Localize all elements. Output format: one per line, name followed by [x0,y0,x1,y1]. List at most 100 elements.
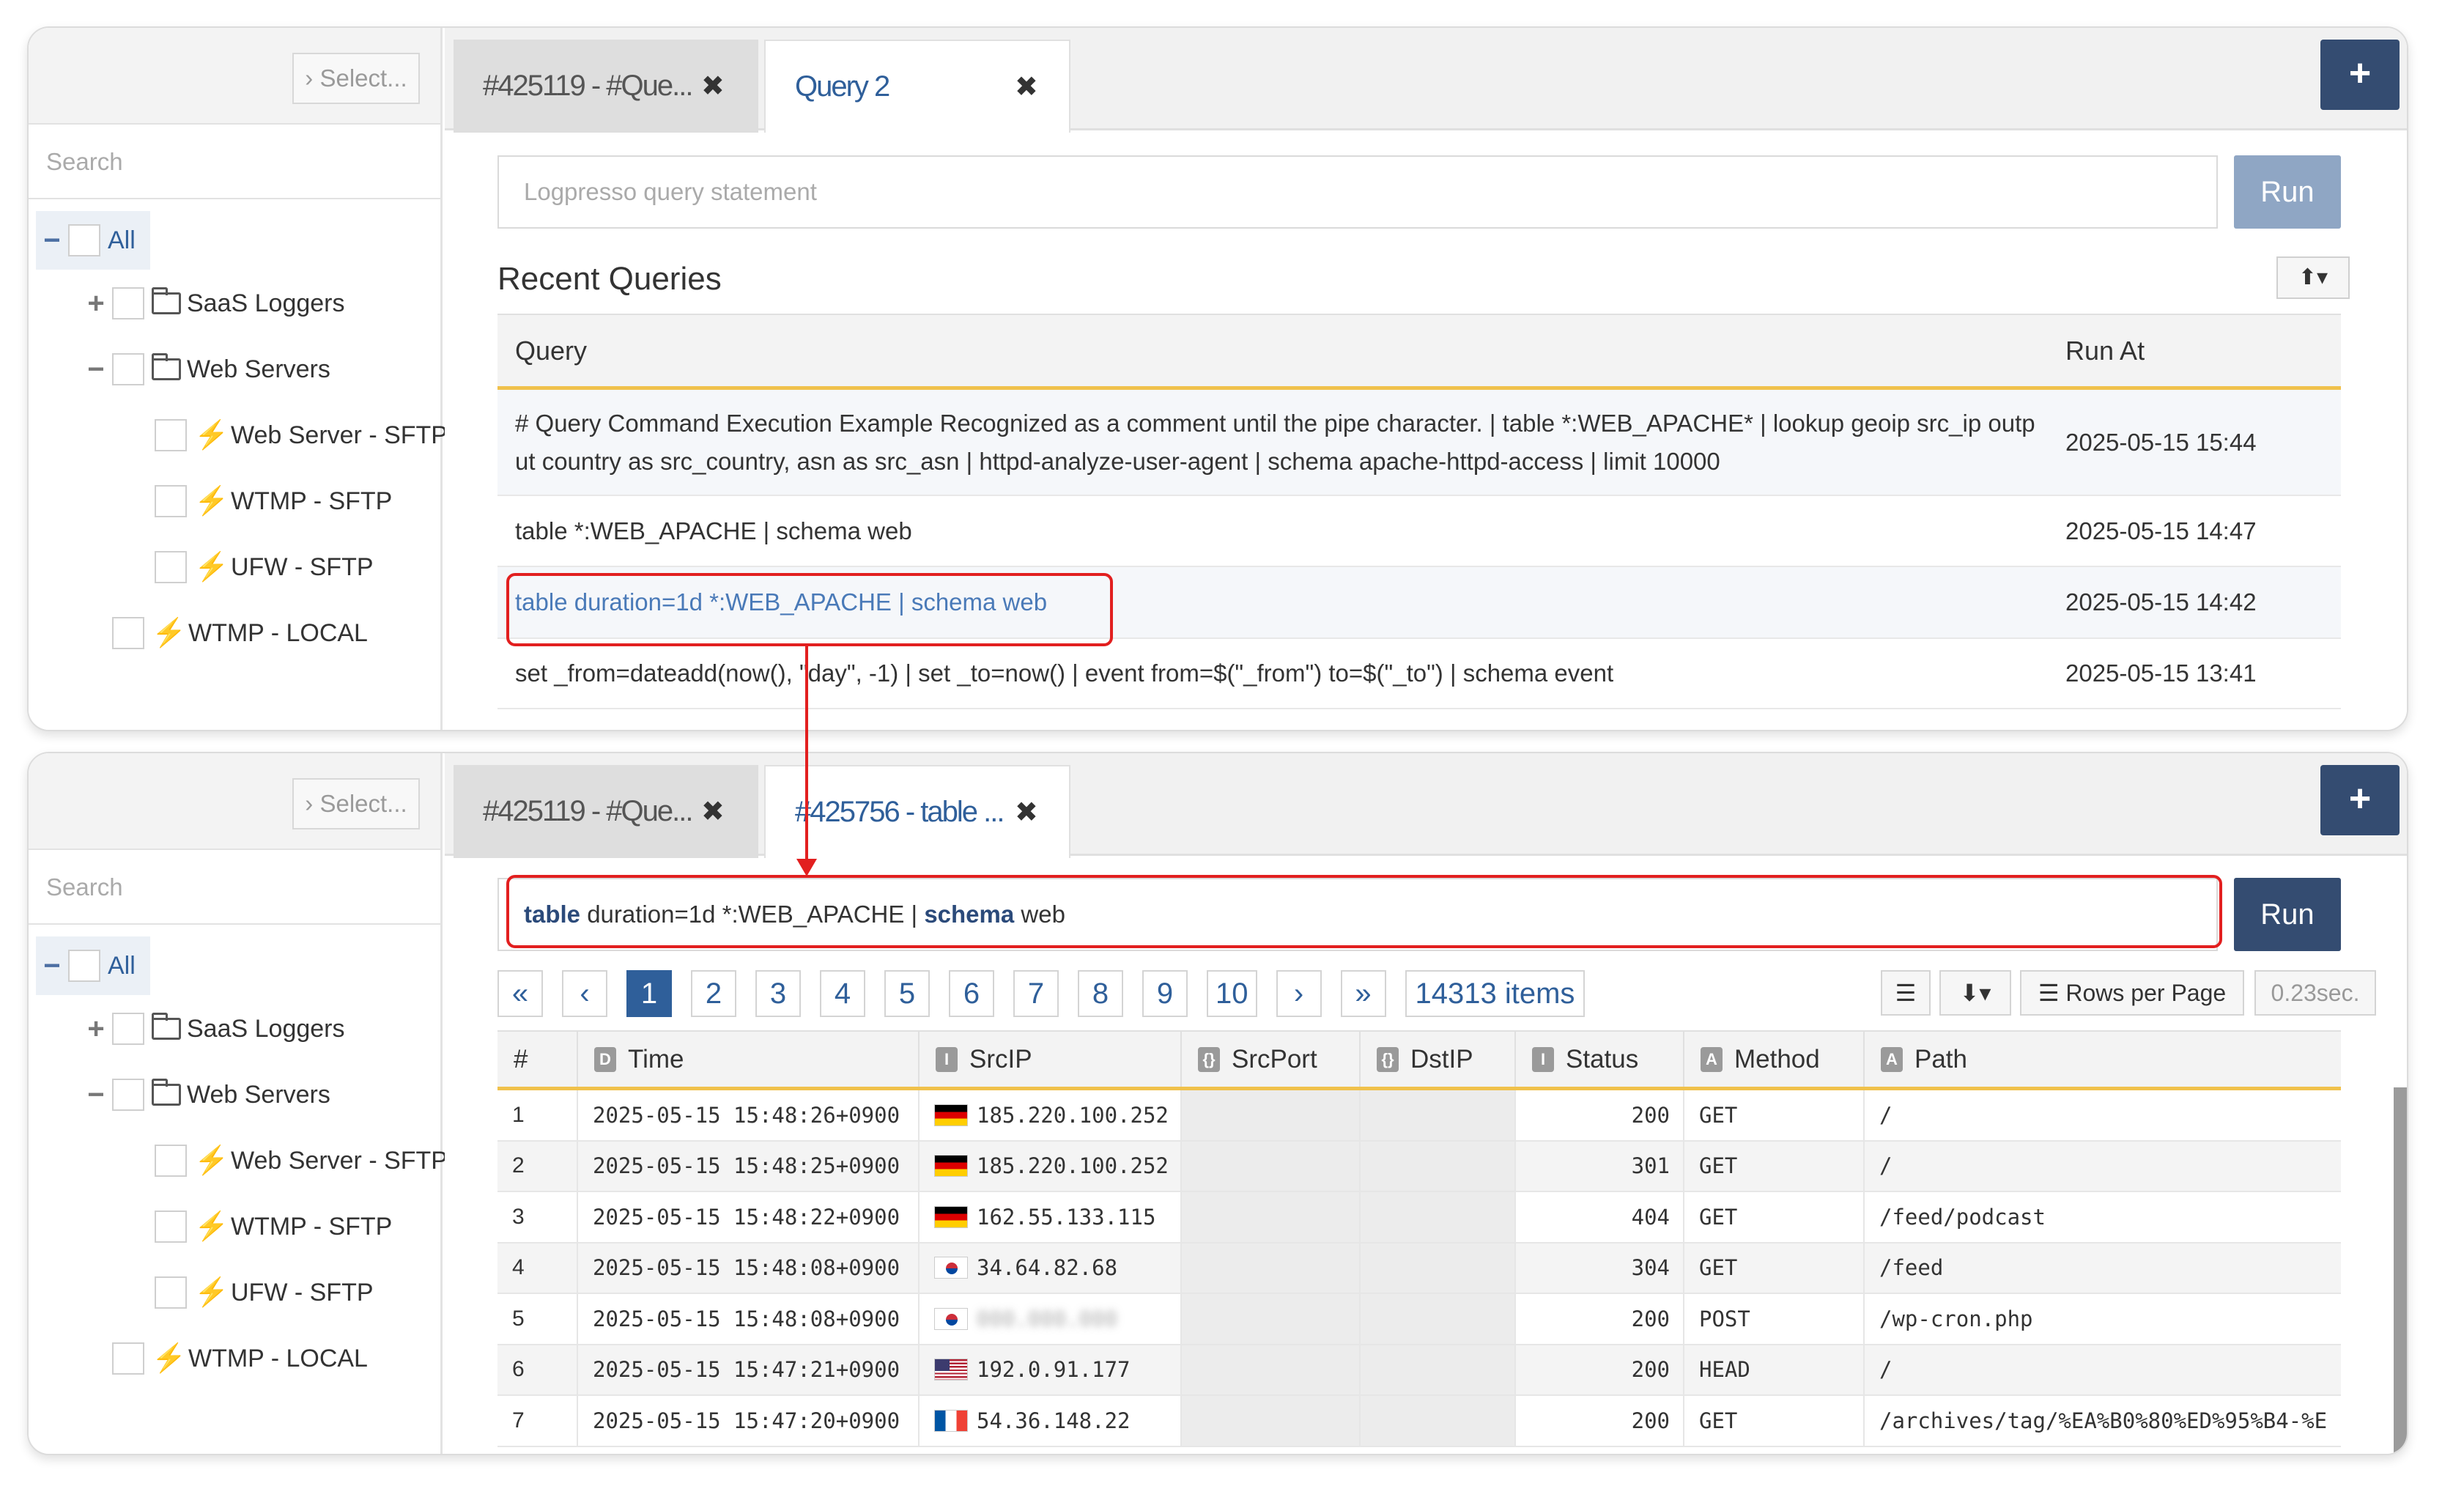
tree-item-ufw-sftp[interactable]: ⚡ UFW - SFTP [155,1263,374,1322]
collapse-icon[interactable]: − [36,224,68,257]
table-row[interactable]: table *:WEB_APACHE | schema web 2025-05-… [497,496,2341,567]
collapse-icon[interactable]: − [80,1079,112,1112]
table-row[interactable]: 5 2025-05-15 15:48:08+0900 000.000.000 200 P… [497,1294,2341,1345]
tab-query-2[interactable]: Query 2 ✖ [764,40,1070,133]
expand-icon[interactable]: + [80,1013,112,1046]
folder-icon [152,353,181,380]
column-header-dstip[interactable]: {} DstIP [1361,1032,1516,1087]
table-row[interactable]: 6 2025-05-15 15:47:21+0900 192.0.91.177 200… [497,1345,2341,1396]
checkbox[interactable] [112,1079,144,1111]
tree-item-ufw-sftp[interactable]: ⚡ UFW - SFTP [155,538,374,596]
page-8[interactable]: 8 [1078,970,1123,1017]
run-button[interactable]: Run [2234,155,2341,229]
cell-srcip: 192.0.91.177 [920,1345,1182,1394]
prev-page-button[interactable]: ‹ [562,970,607,1017]
last-page-button[interactable]: » [1340,970,1386,1017]
table-row[interactable]: 3 2025-05-15 15:48:22+0900 162.55.133.115 4… [497,1192,2341,1243]
checkbox[interactable] [155,419,187,451]
collapse-icon[interactable]: − [80,353,112,386]
column-header-index[interactable]: # [497,1032,578,1087]
cell-path: / [1879,1102,1893,1128]
column-name: Status [1566,1044,1639,1073]
tab-query-425119[interactable]: #425119 - #Que... ✖ [454,40,758,133]
page-3[interactable]: 3 [755,970,801,1017]
cell-status: 404 [1516,1192,1684,1242]
close-icon[interactable]: ✖ [701,70,725,103]
table-row[interactable]: set _from=dateadd(now(), "day", -1) | se… [497,639,2341,709]
table-row[interactable]: 7 2025-05-15 15:47:20+0900 54.36.148.22 200… [497,1396,2341,1447]
tree-item-all[interactable]: − All [36,211,150,270]
tab-query-425119[interactable]: #425119 - #Que... ✖ [454,765,758,858]
column-header-status[interactable]: I Status [1516,1032,1684,1087]
flag-de-icon [934,1205,968,1228]
column-header-method[interactable]: A Method [1684,1032,1865,1087]
tab-query-425756[interactable]: #425756 - table ... ✖ [764,765,1070,858]
search-input[interactable]: Search [29,850,440,925]
download-button[interactable]: ⬇▾ [1939,970,2011,1016]
table-row[interactable]: 2 2025-05-15 15:48:25+0900 185.220.100.252… [497,1141,2341,1192]
column-header-path[interactable]: A Path [1865,1032,2341,1087]
page-2[interactable]: 2 [691,970,736,1017]
checkbox[interactable] [112,617,144,649]
checkbox[interactable] [155,551,187,583]
checkbox[interactable] [155,485,187,517]
tree-item-all[interactable]: − All [36,936,150,995]
columns-button[interactable]: ☰ [1881,970,1931,1016]
run-at: 2025-05-15 14:47 [2065,517,2257,544]
table-row[interactable]: 1 2025-05-15 15:48:26+0900 185.220.100.252… [497,1090,2341,1142]
column-header-srcport[interactable]: {} SrcPort [1182,1032,1361,1087]
page-4[interactable]: 4 [820,970,865,1017]
page-10[interactable]: 10 [1207,970,1257,1017]
next-page-button[interactable]: › [1276,970,1322,1017]
checkbox[interactable] [112,353,144,385]
tree-item-web-server-sftp[interactable]: ⚡ Web Server - SFTP [155,1131,448,1190]
tree-item-wtmp-local[interactable]: ⚡ WTMP - LOCAL [112,1329,368,1388]
cell-dstip [1361,1396,1516,1446]
tree-item-saas-loggers[interactable]: + SaaS Loggers [80,274,345,333]
tree-item-wtmp-sftp[interactable]: ⚡ WTMP - SFTP [155,472,392,531]
new-tab-button[interactable]: + [2320,40,2400,110]
export-button[interactable]: ⬆▾ [2276,256,2350,299]
tree-item-web-servers[interactable]: − Web Servers [80,1065,330,1124]
page-5[interactable]: 5 [884,970,930,1017]
cell-time: 2025-05-15 15:47:21+0900 [578,1345,920,1394]
table-row[interactable]: # Query Command Execution Example Recogn… [497,390,2341,496]
checkbox[interactable] [68,224,100,256]
checkbox[interactable] [155,1145,187,1177]
tree-item-wtmp-sftp[interactable]: ⚡ WTMP - SFTP [155,1197,392,1256]
close-icon[interactable]: ✖ [701,795,725,828]
tree-item-saas-loggers[interactable]: + SaaS Loggers [80,999,345,1058]
page-9[interactable]: 9 [1142,970,1188,1017]
new-tab-button[interactable]: + [2320,765,2400,835]
cell-srcport [1182,1396,1361,1446]
first-page-button[interactable]: « [497,970,543,1017]
select-button[interactable]: › Select... [292,778,420,829]
checkbox[interactable] [68,950,100,982]
checkbox[interactable] [155,1276,187,1309]
page-6[interactable]: 6 [949,970,994,1017]
checkbox[interactable] [112,1013,144,1045]
flag-de-icon [934,1155,968,1178]
tree-item-wtmp-local[interactable]: ⚡ WTMP - LOCAL [112,604,368,662]
collapse-icon[interactable]: − [36,950,68,983]
select-button[interactable]: › Select... [292,53,420,104]
checkbox[interactable] [112,287,144,319]
tree-item-web-server-sftp[interactable]: ⚡ Web Server - SFTP [155,406,448,465]
search-input[interactable]: Search [29,125,440,199]
close-icon[interactable]: ✖ [1015,70,1038,103]
query-input[interactable]: Logpresso query statement [497,155,2218,229]
page-1[interactable]: 1 [626,970,672,1017]
expand-icon[interactable]: + [80,287,112,320]
column-header-time[interactable]: D Time [578,1032,920,1087]
close-icon[interactable]: ✖ [1015,796,1038,829]
vertical-scrollbar[interactable] [2394,1087,2407,1454]
cell-status: 301 [1516,1141,1684,1191]
table-row[interactable]: 4 2025-05-15 15:48:08+0900 34.64.82.68 304 G… [497,1243,2341,1294]
tree-item-web-servers[interactable]: − Web Servers [80,340,330,399]
checkbox[interactable] [112,1342,144,1375]
rows-per-page-button[interactable]: ☰ Rows per Page [2020,970,2244,1016]
run-button[interactable]: Run [2234,878,2341,951]
checkbox[interactable] [155,1211,187,1243]
column-header-srcip[interactable]: I SrcIP [920,1032,1182,1087]
page-7[interactable]: 7 [1013,970,1059,1017]
